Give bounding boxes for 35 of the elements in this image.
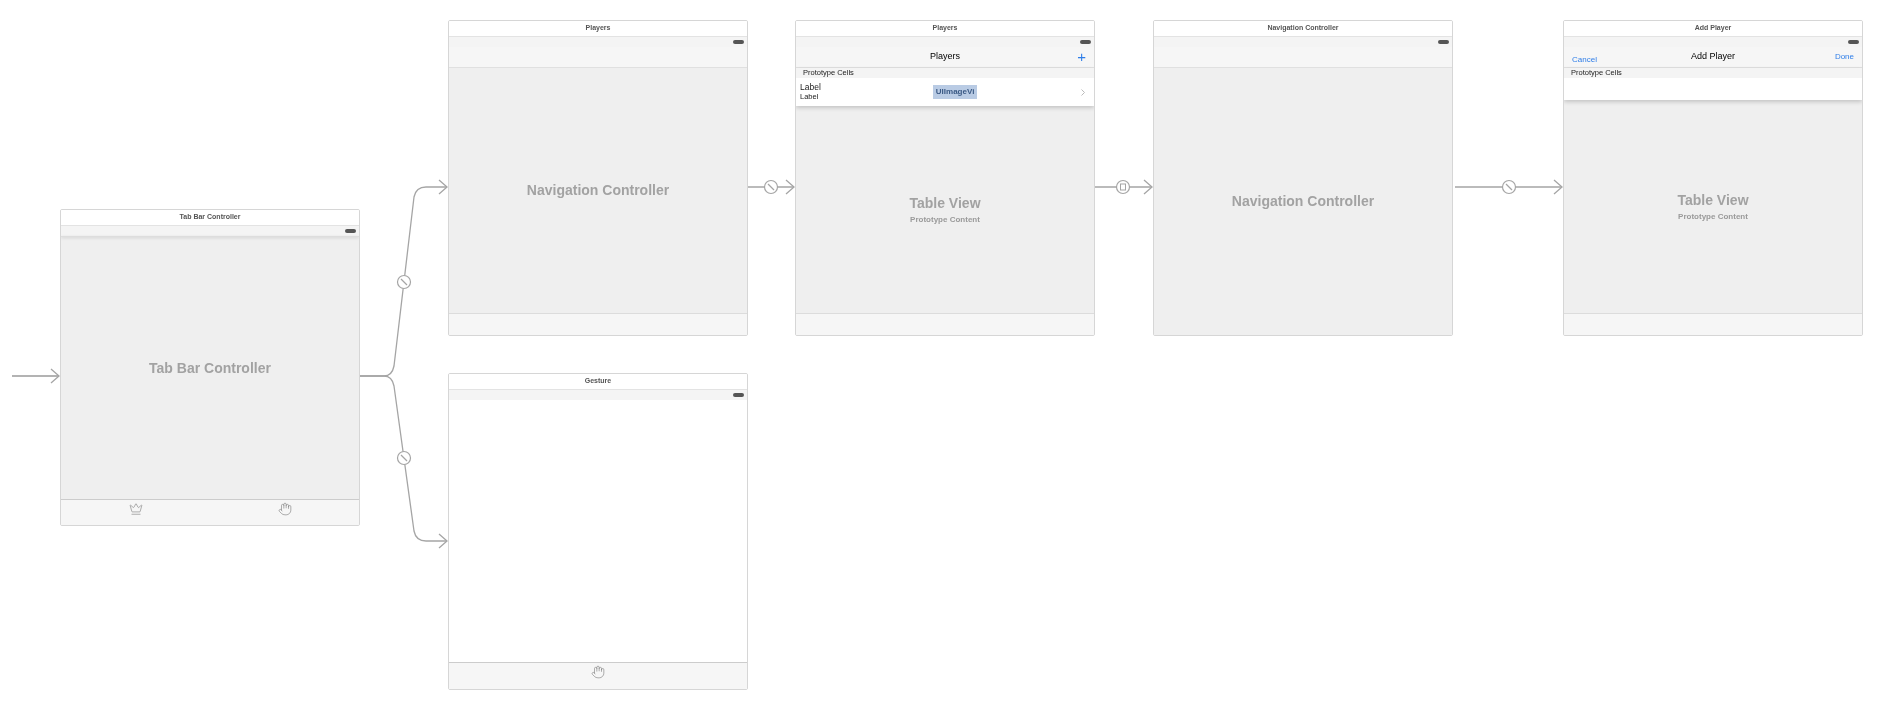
navigation-title: Add Player xyxy=(1691,50,1735,64)
placeholder-sublabel: Prototype Content xyxy=(1678,211,1748,223)
add-button[interactable]: + xyxy=(1077,51,1086,63)
segue-arrow[interactable] xyxy=(359,375,448,549)
hand-icon[interactable] xyxy=(277,502,292,516)
battery-icon xyxy=(733,393,744,397)
placeholder-label: Navigation Controller xyxy=(526,181,670,200)
placeholder-label: Tab Bar Controller xyxy=(149,358,271,378)
relationship-icon[interactable] xyxy=(396,450,412,466)
battery-icon xyxy=(1848,40,1859,44)
battery-icon xyxy=(733,40,744,44)
battery-icon xyxy=(345,229,356,233)
done-button[interactable]: Done xyxy=(1834,51,1854,63)
table-cell[interactable] xyxy=(1564,78,1862,100)
modal-icon[interactable] xyxy=(1115,179,1131,195)
cell-title: Label xyxy=(800,82,821,92)
placeholder-sublabel: Prototype Content xyxy=(910,214,980,226)
segue-arrow[interactable] xyxy=(1094,179,1153,195)
image-view: UIImageVi xyxy=(932,85,978,99)
crown-icon[interactable] xyxy=(128,502,143,516)
segue-arrow[interactable] xyxy=(747,179,795,195)
relationship-icon[interactable] xyxy=(396,274,412,290)
placeholder-label: Table View xyxy=(1677,191,1749,210)
entry-arrow[interactable] xyxy=(11,368,60,384)
placeholder-label: Navigation Controller xyxy=(1231,192,1375,211)
battery-icon xyxy=(1438,40,1449,44)
placeholder-label: Table View xyxy=(909,194,981,213)
relationship-icon[interactable] xyxy=(763,179,779,195)
battery-icon xyxy=(1080,40,1091,44)
chevron-icon xyxy=(1081,88,1085,96)
cancel-button[interactable]: Cancel xyxy=(1572,55,1597,64)
segue-arrow[interactable] xyxy=(1454,179,1563,195)
relationship-icon[interactable] xyxy=(1501,179,1517,195)
hand-icon[interactable] xyxy=(591,665,605,679)
navigation-title: Players xyxy=(930,50,960,64)
